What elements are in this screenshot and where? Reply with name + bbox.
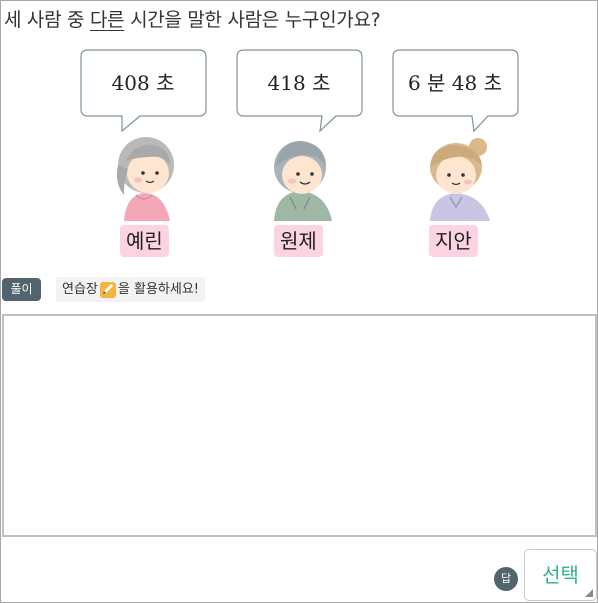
problem-frame: 세 사람 중 다른 시간을 말한 사람은 누구인가요? 408 초 예린 418… <box>0 0 598 603</box>
answer-badge: 답 <box>494 567 518 591</box>
question-text: 세 사람 중 다른 시간을 말한 사람은 누구인가요? <box>4 5 381 32</box>
dropdown-corner-icon <box>585 589 593 597</box>
person-card-yerin: 408 초 예린 <box>80 49 208 261</box>
girl-bun-avatar-icon <box>430 138 490 221</box>
solution-textarea[interactable] <box>2 314 597 537</box>
name-tag-yerin: 예린 <box>120 225 169 257</box>
pencil-note-icon <box>99 281 116 298</box>
hint-text-before: 연습장 <box>62 282 98 297</box>
person-card-wonje: 418 초 원제 <box>236 49 364 261</box>
girl-avatar-icon <box>116 137 174 221</box>
question-prefix: 세 사람 중 <box>4 9 90 31</box>
select-button-label: 선택 <box>542 563 579 587</box>
solve-badge: 풀이 <box>2 278 41 301</box>
select-answer-button[interactable]: 선택 <box>524 549 597 601</box>
speech-text: 6 분 48 초 <box>407 71 503 95</box>
hint-box: 연습장 을 활용하세요! <box>56 277 205 302</box>
name-tag-wonje: 원제 <box>274 225 323 257</box>
name-tag-jian: 지안 <box>429 225 478 257</box>
speech-text: 418 초 <box>267 71 331 95</box>
boy-avatar-icon <box>274 141 332 221</box>
question-suffix: 시간을 말한 사람은 누구인가요? <box>124 9 381 31</box>
person-card-jian: 6 분 48 초 지안 <box>392 49 520 261</box>
hint-text-after: 을 활용하세요! <box>117 282 199 297</box>
speech-text: 408 초 <box>111 71 175 95</box>
question-underlined-word: 다른 <box>89 9 125 31</box>
